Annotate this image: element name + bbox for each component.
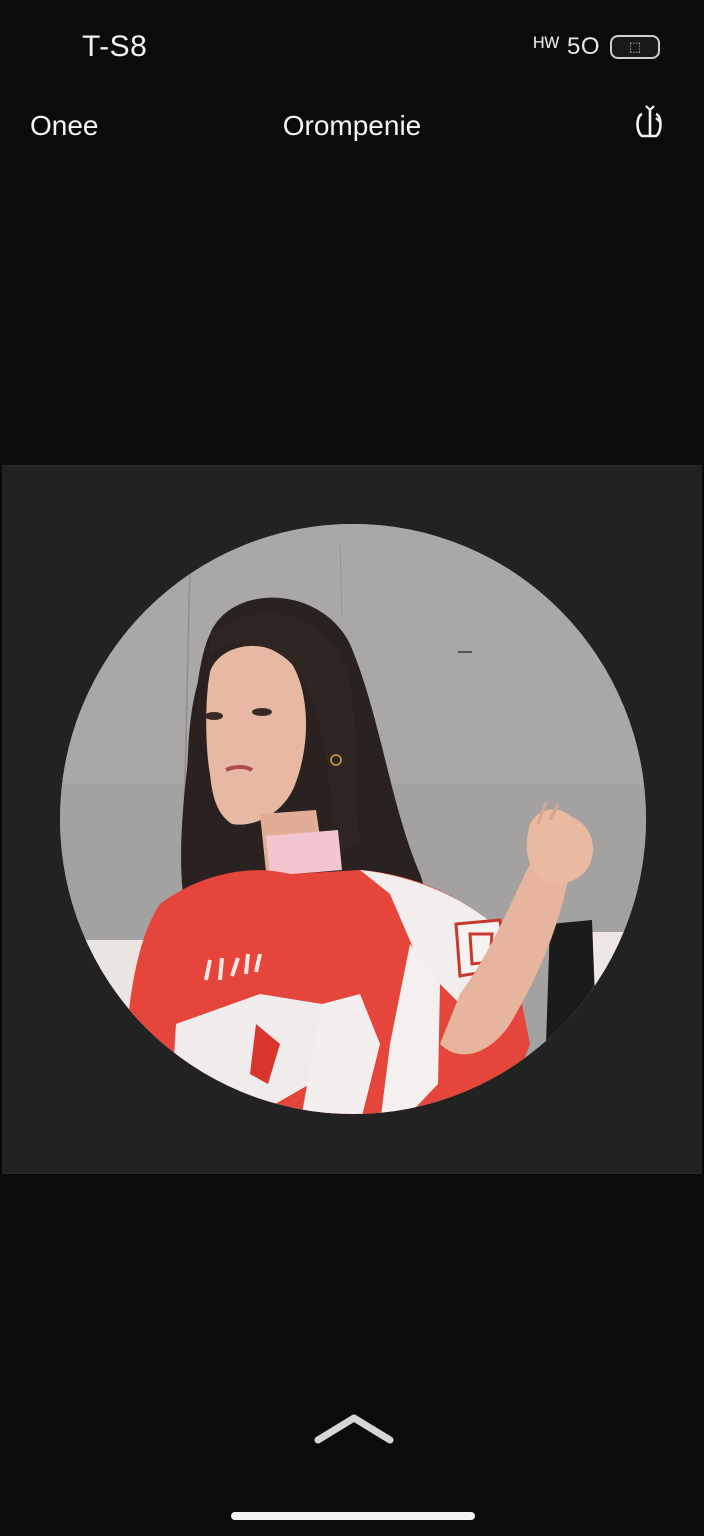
signal-text: ᴴᵂ 5O [533,33,600,60]
status-time: T-S8 [82,30,148,63]
status-bar: T-S8 ᴴᵂ 5O ⬚ [0,0,704,96]
home-indicator[interactable] [231,1512,475,1520]
profile-photo [60,524,646,1114]
page-title: Orompenie [282,110,422,141]
status-indicators: ᴴᵂ 5O ⬚ [534,33,660,61]
battery-label: ⬚ [628,39,642,54]
top-nav-bar: Onee Orompenie [0,96,704,158]
rotate-icon [632,102,668,147]
circular-crop-frame[interactable] [60,524,646,1114]
battery-icon: ⬚ [610,35,660,59]
crop-editor-panel[interactable] [2,465,702,1174]
rotate-button[interactable] [630,102,670,146]
chevron-up-icon [312,1410,396,1455]
expand-button[interactable] [308,1404,400,1460]
